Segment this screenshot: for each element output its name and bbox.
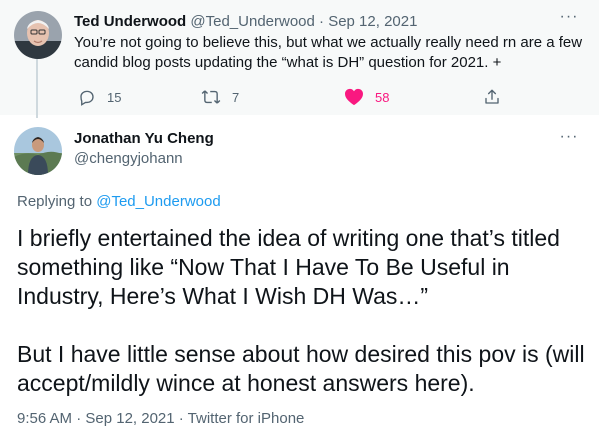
more-icon[interactable]: ··· [559,9,579,32]
like-button[interactable]: 58 [344,86,389,108]
replying-to: Replying to @Ted_Underwood [17,193,221,210]
author-name[interactable]: Jonathan Yu Cheng [74,129,214,149]
heart-icon [345,88,363,106]
thread-line [36,58,38,118]
retweet-button[interactable]: 7 [201,86,239,108]
more-icon[interactable]: ··· [559,129,579,152]
parent-tweet-text: You’re not going to believe this, but wh… [74,34,583,71]
main-tweet-text: I briefly entertained the idea of writin… [17,224,587,398]
tweet-actions: 15 7 58 [74,86,514,108]
parent-tweet[interactable]: Ted Underwood @Ted_Underwood · Sep 12, 2… [0,0,599,118]
parent-tweet-header: Ted Underwood @Ted_Underwood · Sep 12, 2… [74,12,584,31]
replying-to-prefix: Replying to [17,193,97,210]
like-count: 58 [375,89,390,105]
reply-button[interactable]: 15 [78,86,121,108]
avatar-jonathan-yu-cheng[interactable] [14,127,62,175]
reply-icon [80,90,94,106]
tweet-paragraph: I briefly entertained the idea of writin… [17,225,560,309]
tweet-date[interactable]: Sep 12, 2021 [328,13,417,30]
share-icon [485,89,499,104]
author-handle[interactable]: @Ted_Underwood [190,13,314,30]
author-handle[interactable]: @chengyjohann [74,149,214,169]
retweet-icon [201,90,221,104]
main-tweet-header: Jonathan Yu Cheng @chengyjohann [74,129,214,169]
avatar-ted-underwood[interactable] [14,11,62,59]
separator: · [319,13,325,30]
retweet-count: 7 [232,89,240,105]
author-name[interactable]: Ted Underwood [74,13,186,30]
share-button[interactable] [483,86,501,108]
parent-tweet-body: Ted Underwood @Ted_Underwood · Sep 12, 2… [74,12,584,73]
tweet-paragraph: But I have little sense about how desire… [17,341,585,396]
replying-to-link[interactable]: @Ted_Underwood [96,193,220,210]
tweet-metadata[interactable]: 9:56 AM · Sep 12, 2021 · Twitter for iPh… [17,410,304,427]
reply-count: 15 [107,89,122,105]
